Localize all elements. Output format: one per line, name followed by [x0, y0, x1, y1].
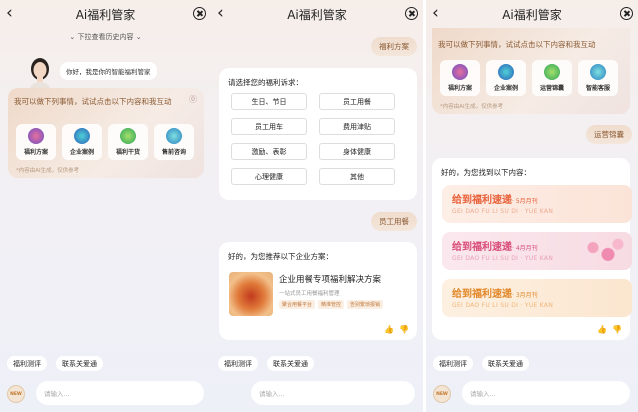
back-arrow-icon[interactable]: ‹ [432, 3, 439, 23]
quick-contact[interactable]: 联系关爱通 [56, 356, 103, 371]
choose-title: 请选择您的福利诉求： [228, 78, 303, 87]
welfare-plan-icon [28, 128, 44, 144]
option-chip[interactable]: 员工用车 [231, 118, 307, 135]
results-card: 好的，为您找到以下内容： 给到福利速递· 5月月刊 GEI DAO FU LI … [432, 158, 632, 340]
magazine-month: · 3月月刊 [512, 292, 538, 299]
quick-welfare-eval[interactable]: 福利测评 [7, 356, 47, 371]
quick-welfare-eval[interactable]: 福利测评 [433, 356, 473, 371]
tag: 聚合用餐平台 [279, 300, 316, 309]
user-message: 运营锦囊 [586, 125, 632, 144]
magazine-card-march[interactable]: 给到福利速递· 3月月刊 GEI DAO FU LI SU DI · YUE K… [442, 279, 632, 317]
history-hint[interactable]: ⌄ 下拉查看历史内容 ⌄ [0, 32, 211, 42]
magazine-month: · 4月月刊 [512, 245, 538, 252]
magazine-subtitle: GEI DAO FU LI SU DI · YUE KAN [452, 255, 554, 262]
welcome-text: 我可以做下列事情，试试点击以下内容和我互动 [14, 97, 172, 106]
option-chip[interactable]: 激励、表彰 [231, 143, 307, 160]
tile-enterprise-case[interactable]: 企业案例 [62, 124, 102, 160]
thumbs-down-icon[interactable]: 👎 [399, 325, 409, 334]
magazine-subtitle: GEI DAO FU LI SU DI · YUE KAN [452, 208, 554, 215]
question-icon[interactable]: ⓪ [189, 94, 197, 105]
chat-screen-2: ‹ Ai福利管家 福利方案 请选择您的福利诉求： 生日、节日 员工用餐 员工用车… [211, 0, 423, 412]
thumbs-down-icon[interactable]: 👎 [612, 325, 622, 334]
tile-enterprise-case[interactable]: 企业案例 [486, 60, 526, 96]
magazine-subtitle: GEI DAO FU LI SU DI · YUE KAN [452, 302, 554, 309]
results-title: 好的，为您找到以下内容： [441, 168, 531, 177]
blossom-image [578, 234, 628, 268]
quick-contact[interactable]: 联系关爱通 [482, 356, 529, 371]
magazine-title: 给到福利速递 [452, 289, 512, 300]
tile-smart-service[interactable]: 智能客服 [578, 60, 618, 96]
presale-consult-icon [166, 128, 182, 144]
food-image [229, 272, 273, 316]
option-chip[interactable]: 其他 [319, 168, 395, 185]
tag: 精准管控 [318, 300, 345, 309]
tile-ops-tips[interactable]: 运营锦囊 [532, 60, 572, 96]
solution-title: 企业用餐专项福利解决方案 [279, 275, 382, 285]
welfare-plan-icon [452, 64, 468, 80]
magazine-card-april[interactable]: 给到福利速递· 4月月刊 GEI DAO FU LI SU DI · YUE K… [442, 232, 632, 270]
option-chip[interactable]: 身体健康 [319, 143, 395, 160]
smart-service-icon [590, 64, 606, 80]
greeting-bubble: 你好，我是你的智能福利管家 [60, 62, 157, 80]
welcome-text: 我可以做下列事情，试试点击以下内容和我互动 [438, 40, 596, 49]
option-chip[interactable]: 生日、节日 [231, 93, 307, 110]
close-circle-icon[interactable] [620, 7, 633, 20]
magazine-title: 给到福利速递 [452, 242, 512, 253]
chat-screen-3: ‹ Ai福利管家 我可以做下列事情，试试点击以下内容和我互动 福利方案 企业案例… [426, 0, 638, 412]
back-arrow-icon[interactable]: ‹ [217, 3, 224, 23]
magazine-month: · 5月月刊 [512, 198, 538, 205]
header: ‹ Ai福利管家 [211, 0, 423, 28]
tile-welfare-plan[interactable]: 福利方案 [440, 60, 480, 96]
ai-note: *内容由AI生成，仅供参考 [440, 104, 504, 110]
option-chip[interactable]: 心理健康 [231, 168, 307, 185]
quick-welfare-eval[interactable]: 福利测评 [218, 356, 258, 371]
chat-screen-1: ‹ Ai福利管家 ⌄ 下拉查看历史内容 ⌄ 你好，我是你的智能福利管家 我可以做… [0, 0, 211, 412]
page-title: Ai福利管家 [75, 7, 136, 22]
tile-welfare-tips[interactable]: 福利干货 [108, 124, 148, 160]
solution-subtitle: 一站式员工用餐福利管理 [279, 291, 340, 297]
thumbs-up-icon[interactable]: 👍 [597, 325, 607, 334]
header: ‹ Ai福利管家 [426, 0, 638, 28]
new-chat-icon[interactable]: NEW [7, 385, 25, 403]
welcome-card: 我可以做下列事情，试试点击以下内容和我互动 ⓪ 福利方案 企业案例 福利干货 售… [8, 88, 204, 178]
enterprise-case-icon [498, 64, 514, 80]
choose-card: 请选择您的福利诉求： 生日、节日 员工用餐 员工用车 费用津贴 激励、表彰 身体… [219, 68, 417, 200]
feedback: 👍 👎 [384, 325, 409, 334]
enterprise-case-icon [74, 128, 90, 144]
option-chip[interactable]: 员工用餐 [319, 93, 395, 110]
welfare-tips-icon [120, 128, 136, 144]
page-title: Ai福利管家 [287, 7, 347, 22]
solution-item[interactable]: 企业用餐专项福利解决方案 一站式员工用餐福利管理 聚合用餐平台 精准管控 告别繁… [229, 272, 409, 318]
header: ‹ Ai福利管家 [0, 0, 211, 28]
user-message: 福利方案 [371, 37, 417, 56]
tile-welfare-plan[interactable]: 福利方案 [16, 124, 56, 160]
message-input[interactable]: 请输入... [36, 381, 204, 405]
new-chat-icon[interactable]: NEW [433, 385, 451, 403]
page-title: Ai福利管家 [502, 7, 562, 22]
thumbs-up-icon[interactable]: 👍 [384, 325, 394, 334]
close-circle-icon[interactable] [193, 7, 206, 20]
recommend-title: 好的，为您推荐以下企业方案： [228, 252, 333, 261]
welcome-card: 我可以做下列事情，试试点击以下内容和我互动 福利方案 企业案例 运营锦囊 智能客… [432, 28, 630, 114]
close-circle-icon[interactable] [405, 7, 418, 20]
option-chip[interactable]: 费用津贴 [319, 118, 395, 135]
user-message: 员工用餐 [371, 212, 417, 231]
ai-note: *内容由AI生成，仅供参考 [16, 168, 80, 174]
magazine-title: 给到福利速递 [452, 195, 512, 206]
tile-presale-consult[interactable]: 售前咨询 [154, 124, 194, 160]
back-arrow-icon[interactable]: ‹ [6, 3, 13, 23]
magazine-card-may[interactable]: 给到福利速递· 5月月刊 GEI DAO FU LI SU DI · YUE K… [442, 185, 632, 223]
tag: 告别繁琐报销 [347, 300, 384, 309]
message-input[interactable]: 请输入... [251, 381, 415, 405]
feedback: 👍 👎 [597, 325, 622, 334]
quick-contact[interactable]: 联系关爱通 [267, 356, 314, 371]
message-input[interactable]: 请输入... [462, 381, 630, 405]
ops-tips-icon [544, 64, 560, 80]
recommend-card: 好的，为您推荐以下企业方案： 企业用餐专项福利解决方案 一站式员工用餐福利管理 … [219, 242, 417, 340]
